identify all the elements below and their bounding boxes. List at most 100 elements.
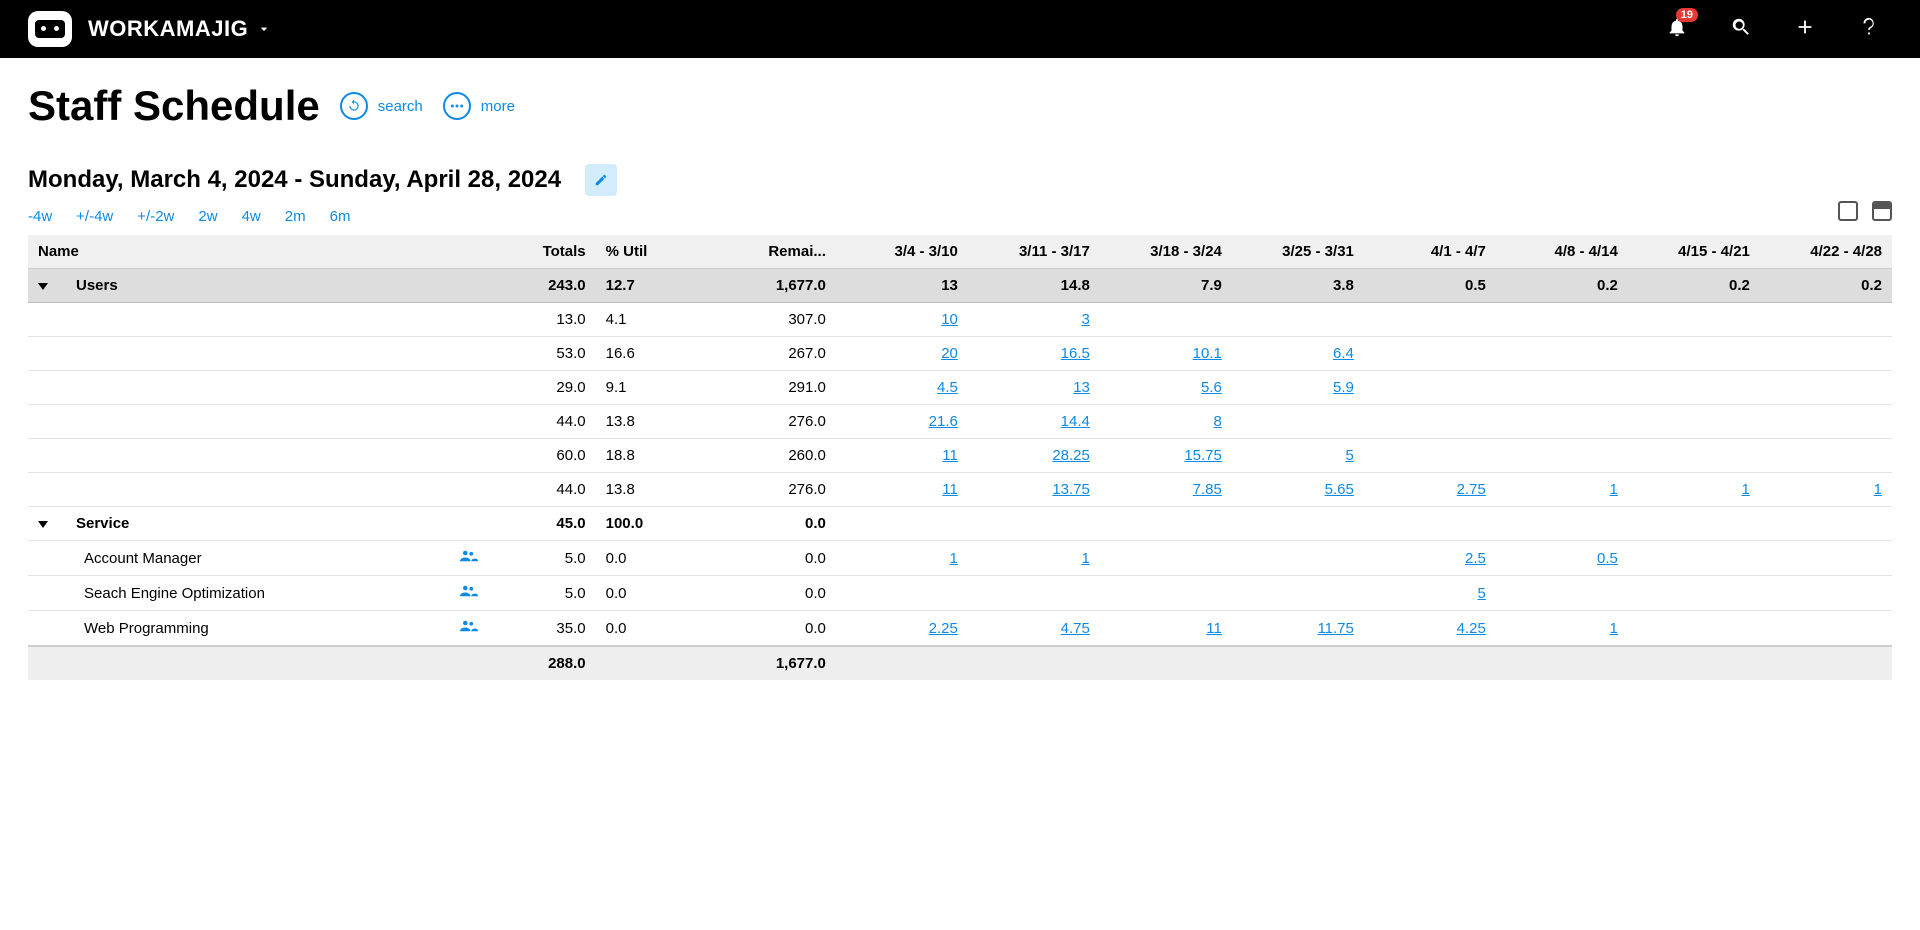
- row-name[interactable]: Account Manager: [28, 541, 450, 576]
- hours-link[interactable]: 6.4: [1333, 345, 1354, 362]
- hours-link[interactable]: 5.9: [1333, 379, 1354, 396]
- cell-week[interactable]: 5.6: [1100, 371, 1232, 405]
- row-name[interactable]: Web Programming: [28, 611, 450, 647]
- col-week[interactable]: 3/18 - 3/24: [1100, 235, 1232, 269]
- hours-link[interactable]: 7.85: [1193, 481, 1222, 498]
- cell-week[interactable]: 10: [836, 303, 968, 337]
- col-week[interactable]: 4/22 - 4/28: [1760, 235, 1892, 269]
- col-week[interactable]: 4/8 - 4/14: [1496, 235, 1628, 269]
- hours-link[interactable]: 4.5: [937, 379, 958, 396]
- col-week[interactable]: 4/15 - 4/21: [1628, 235, 1760, 269]
- cell-week[interactable]: 4.75: [968, 611, 1100, 647]
- hours-link[interactable]: 21.6: [929, 413, 958, 430]
- hours-link[interactable]: 13.75: [1052, 481, 1090, 498]
- hours-link[interactable]: 8: [1214, 413, 1222, 430]
- cell-week[interactable]: 10.1: [1100, 337, 1232, 371]
- col-week[interactable]: 4/1 - 4/7: [1364, 235, 1496, 269]
- view-card-toggle[interactable]: [1838, 201, 1858, 221]
- cell-week[interactable]: 11: [836, 473, 968, 507]
- hours-link[interactable]: 0.5: [1597, 550, 1618, 567]
- hours-link[interactable]: 10.1: [1193, 345, 1222, 362]
- col-name[interactable]: Name: [28, 235, 450, 269]
- cell-week[interactable]: 6.4: [1232, 337, 1364, 371]
- cell-week[interactable]: 1: [1496, 611, 1628, 647]
- people-icon[interactable]: [460, 584, 478, 598]
- cell-week[interactable]: 1: [1628, 473, 1760, 507]
- cell-week[interactable]: 1: [1496, 473, 1628, 507]
- cell-week[interactable]: 13.75: [968, 473, 1100, 507]
- hours-link[interactable]: 5.6: [1201, 379, 1222, 396]
- cell-week[interactable]: 11: [1100, 611, 1232, 647]
- cell-week[interactable]: 5.9: [1232, 371, 1364, 405]
- group-toggle[interactable]: Service: [28, 507, 450, 541]
- hours-link[interactable]: 1: [1610, 620, 1618, 637]
- hours-link[interactable]: 4.25: [1457, 620, 1486, 637]
- cell-week[interactable]: 16.5: [968, 337, 1100, 371]
- more-action[interactable]: more: [443, 92, 515, 120]
- cell-week[interactable]: 1: [1760, 473, 1892, 507]
- edit-date-button[interactable]: [585, 164, 617, 196]
- range-link--4w[interactable]: -4w: [28, 208, 52, 225]
- cell-week[interactable]: 2.75: [1364, 473, 1496, 507]
- col-totals[interactable]: Totals: [501, 235, 596, 269]
- hours-link[interactable]: 5: [1478, 585, 1486, 602]
- cell-week[interactable]: 13: [968, 371, 1100, 405]
- range-link-+/-4w[interactable]: +/-4w: [76, 208, 113, 225]
- add-button[interactable]: [1794, 16, 1816, 43]
- cell-week[interactable]: 20: [836, 337, 968, 371]
- hours-link[interactable]: 2.75: [1457, 481, 1486, 498]
- hours-link[interactable]: 1: [1082, 550, 1090, 567]
- hours-link[interactable]: 1: [1874, 481, 1882, 498]
- range-link-6m[interactable]: 6m: [330, 208, 351, 225]
- hours-link[interactable]: 10: [941, 311, 958, 328]
- group-toggle[interactable]: Users: [28, 269, 450, 303]
- cell-week[interactable]: 11: [836, 439, 968, 473]
- hours-link[interactable]: 5: [1346, 447, 1354, 464]
- range-link-2w[interactable]: 2w: [198, 208, 217, 225]
- people-icon[interactable]: [460, 549, 478, 563]
- hours-link[interactable]: 14.4: [1061, 413, 1090, 430]
- hours-link[interactable]: 20: [941, 345, 958, 362]
- hours-link[interactable]: 1: [950, 550, 958, 567]
- hours-link[interactable]: 2.25: [929, 620, 958, 637]
- hours-link[interactable]: 11: [1206, 620, 1222, 637]
- range-link-+/-2w[interactable]: +/-2w: [137, 208, 174, 225]
- col-remain[interactable]: Remai...: [691, 235, 836, 269]
- range-link-4w[interactable]: 4w: [242, 208, 261, 225]
- brand-dropdown[interactable]: WORKAMAJIG: [88, 16, 272, 42]
- notifications-button[interactable]: 19: [1666, 16, 1688, 43]
- cell-week[interactable]: 7.85: [1100, 473, 1232, 507]
- cell-week[interactable]: 2.5: [1364, 541, 1496, 576]
- hours-link[interactable]: 1: [1610, 481, 1618, 498]
- hours-link[interactable]: 11.75: [1317, 620, 1353, 637]
- view-compact-toggle[interactable]: [1872, 201, 1892, 221]
- logo-icon[interactable]: [28, 11, 72, 47]
- cell-week[interactable]: 14.4: [968, 405, 1100, 439]
- hours-link[interactable]: 4.75: [1061, 620, 1090, 637]
- cell-week[interactable]: 5: [1232, 439, 1364, 473]
- help-button[interactable]: [1858, 16, 1880, 43]
- col-week[interactable]: 3/25 - 3/31: [1232, 235, 1364, 269]
- hours-link[interactable]: 1: [1742, 481, 1750, 498]
- hours-link[interactable]: 11: [942, 447, 958, 464]
- cell-week[interactable]: 4.5: [836, 371, 968, 405]
- hours-link[interactable]: 2.5: [1465, 550, 1486, 567]
- cell-week[interactable]: 5.65: [1232, 473, 1364, 507]
- cell-week[interactable]: 2.25: [836, 611, 968, 647]
- hours-link[interactable]: 13: [1073, 379, 1090, 396]
- hours-link[interactable]: 16.5: [1061, 345, 1090, 362]
- cell-week[interactable]: 21.6: [836, 405, 968, 439]
- cell-week[interactable]: 15.75: [1100, 439, 1232, 473]
- cell-week[interactable]: 1: [836, 541, 968, 576]
- col-week[interactable]: 3/11 - 3/17: [968, 235, 1100, 269]
- cell-week[interactable]: 3: [968, 303, 1100, 337]
- cell-week[interactable]: 28.25: [968, 439, 1100, 473]
- row-name[interactable]: Seach Engine Optimization: [28, 576, 450, 611]
- range-link-2m[interactable]: 2m: [285, 208, 306, 225]
- people-icon[interactable]: [460, 619, 478, 633]
- cell-week[interactable]: 11.75: [1232, 611, 1364, 647]
- cell-week[interactable]: 5: [1364, 576, 1496, 611]
- hours-link[interactable]: 28.25: [1052, 447, 1090, 464]
- cell-week[interactable]: 4.25: [1364, 611, 1496, 647]
- col-week[interactable]: 3/4 - 3/10: [836, 235, 968, 269]
